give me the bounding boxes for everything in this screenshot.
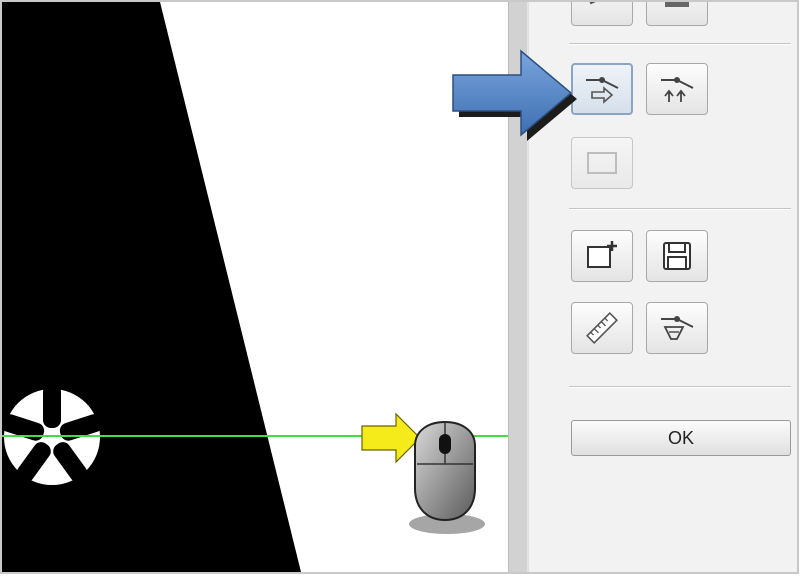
black-wedge: [2, 2, 302, 572]
ruler-icon: [584, 311, 620, 345]
save-icon: [659, 239, 695, 273]
ruler-button[interactable]: [571, 302, 633, 354]
separator: [569, 43, 791, 45]
focus-up-arrows-icon: [657, 72, 697, 106]
partial-tool-icon: [584, 2, 620, 15]
canvas-image: [2, 2, 508, 572]
save-button[interactable]: [646, 230, 708, 282]
separator: [569, 208, 791, 210]
partial-tool-icon: [659, 2, 695, 15]
frame-icon: [584, 148, 620, 178]
frame-button[interactable]: [571, 137, 633, 189]
separator: [569, 386, 791, 388]
new-image-icon: [584, 239, 620, 273]
tool-button-top-1[interactable]: [571, 2, 633, 26]
focus-funnel-button[interactable]: [646, 302, 708, 354]
new-image-button[interactable]: [571, 230, 633, 282]
window-frame: OK: [0, 0, 799, 574]
image-canvas[interactable]: [2, 2, 508, 572]
focus-funnel-icon: [657, 311, 697, 345]
splitter-bar[interactable]: [508, 2, 528, 572]
focus-arrow-button[interactable]: [571, 63, 633, 115]
tool-button-top-2[interactable]: [646, 2, 708, 26]
ok-button[interactable]: OK: [571, 420, 791, 456]
focus-up-arrows-button[interactable]: [646, 63, 708, 115]
tool-panel: OK: [528, 2, 797, 572]
focus-arrow-icon: [582, 72, 622, 106]
